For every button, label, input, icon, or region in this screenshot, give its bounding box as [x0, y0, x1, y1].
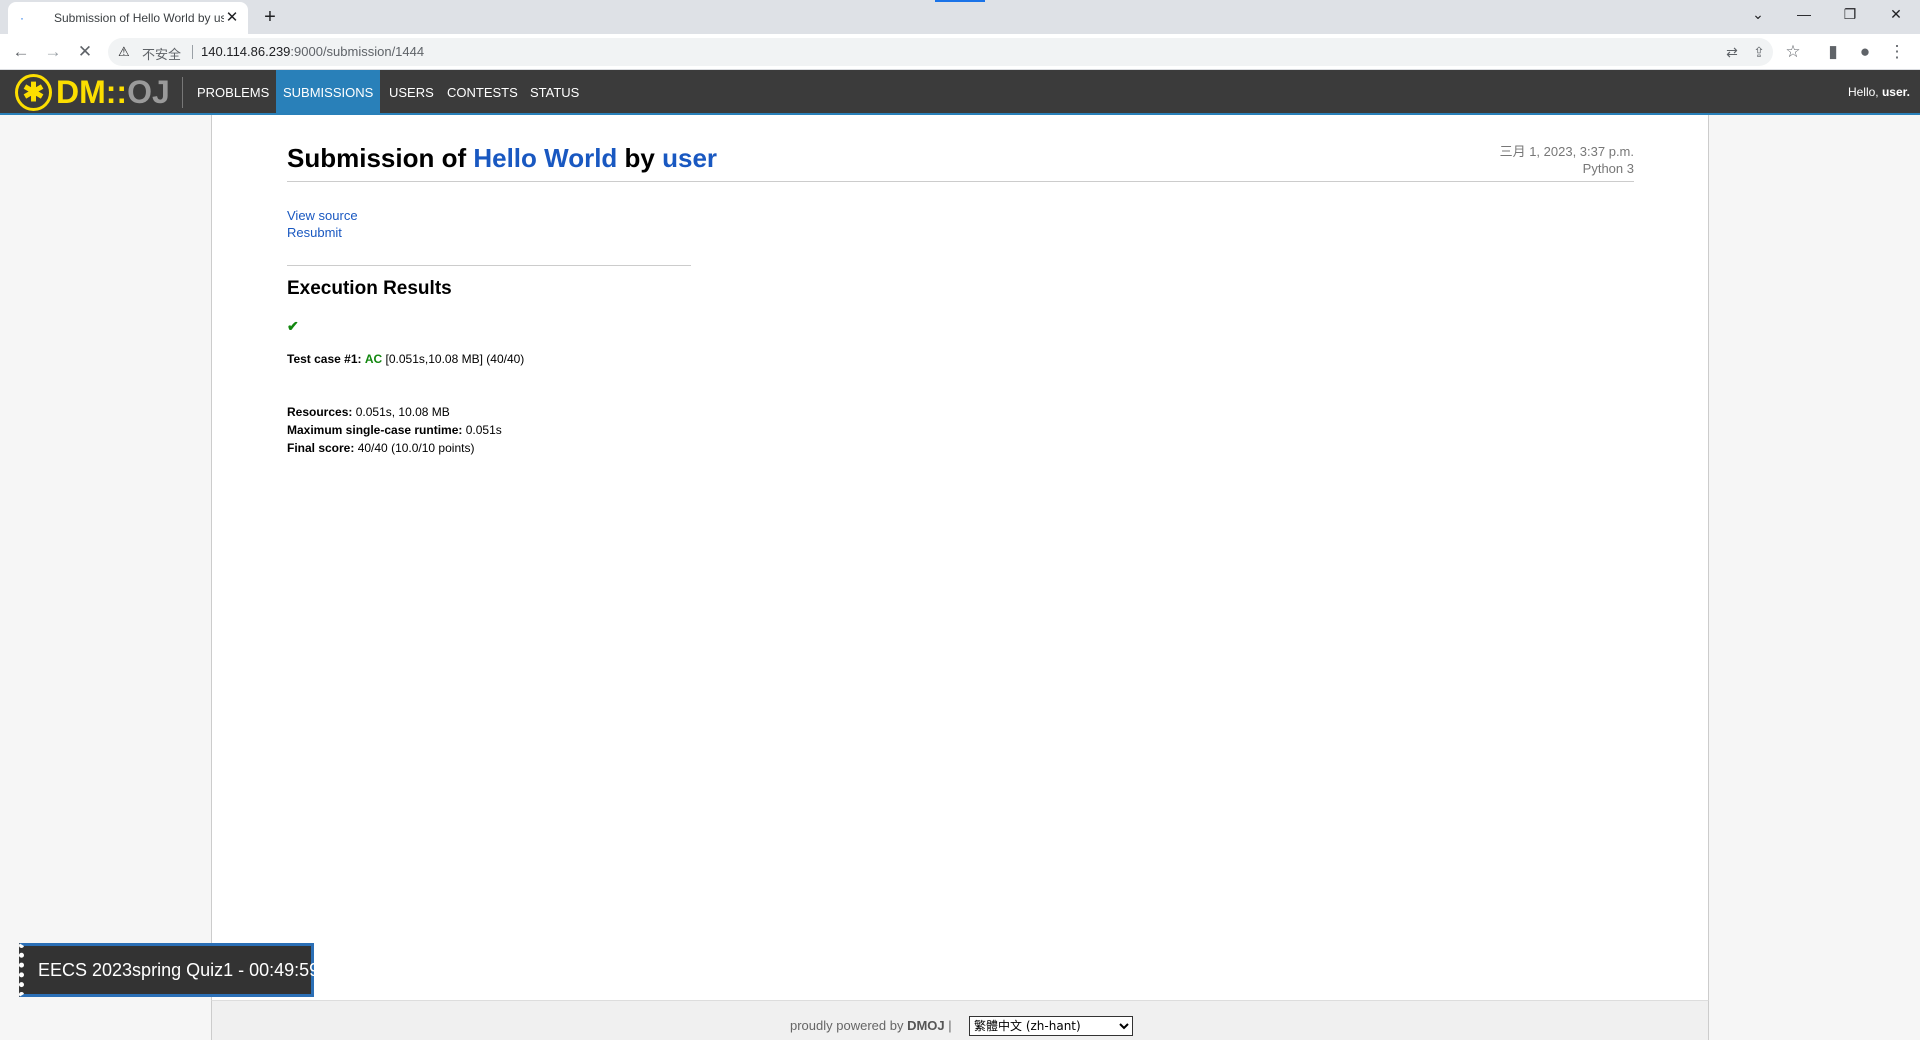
- user-greeting[interactable]: Hello, user.: [1848, 70, 1910, 115]
- submission-language: Python 3: [1582, 161, 1634, 176]
- nav-status[interactable]: STATUS: [523, 70, 586, 115]
- site-navbar: ✱ DM::OJ PROBLEMS SUBMISSIONS USERS CONT…: [0, 70, 1920, 115]
- title-prefix: Submission of: [287, 143, 474, 173]
- nav-divider: [182, 77, 183, 108]
- max-runtime-value: 0.051s: [465, 423, 502, 437]
- logo-star-icon: ✱: [15, 74, 52, 111]
- url-host: 140.114.86.239: [201, 44, 291, 59]
- submission-date: 三月 1, 2023, 3:37 p.m.: [1499, 144, 1634, 159]
- minimize-button[interactable]: —: [1781, 0, 1827, 30]
- menu-kebab-icon[interactable]: ⋮: [1884, 39, 1910, 65]
- hello-username: user.: [1881, 85, 1910, 99]
- forward-arrow-icon[interactable]: →: [40, 39, 66, 65]
- profile-avatar-icon[interactable]: ●: [1852, 39, 1878, 65]
- nav-problems[interactable]: PROBLEMS: [190, 70, 276, 115]
- browser-tab[interactable]: · Submission of Hello World by user ✕: [8, 2, 248, 34]
- resources-summary: Resources: 0.051s, 10.08 MB Maximum sing…: [287, 403, 502, 457]
- user-link[interactable]: user: [662, 143, 717, 173]
- final-score-value: 40/40 (10.0/10 points): [357, 441, 475, 455]
- bookmark-star-icon[interactable]: ☆: [1780, 39, 1806, 65]
- logo-sep: ::: [105, 74, 128, 110]
- new-tab-button[interactable]: +: [258, 6, 282, 30]
- execution-results-heading: Execution Results: [287, 278, 452, 299]
- section-divider: [287, 265, 691, 266]
- max-runtime-label: Maximum single-case runtime:: [287, 423, 463, 437]
- view-source-link[interactable]: View source: [287, 207, 358, 224]
- site-footer: proudly powered by DMOJ | 繁體中文 (zh-hant): [211, 1000, 1709, 1040]
- nav-contests[interactable]: CONTESTS: [440, 70, 525, 115]
- main-content: Submission of Hello World by user 三月 1, …: [211, 115, 1709, 1000]
- close-window-button[interactable]: ✕: [1873, 0, 1919, 30]
- url-path: :9000/submission/1444: [290, 44, 425, 59]
- submission-actions: View source Resubmit: [287, 207, 358, 241]
- test-case-status: AC: [364, 352, 383, 366]
- tab-close-icon[interactable]: ✕: [224, 10, 240, 26]
- loading-indicator: [935, 0, 985, 2]
- resubmit-link[interactable]: Resubmit: [287, 224, 358, 241]
- address-divider: [192, 45, 193, 59]
- url-text[interactable]: 140.114.86.239:9000/submission/1444: [201, 44, 424, 59]
- checkmark-icon: ✔: [287, 318, 299, 334]
- submission-meta: 三月 1, 2023, 3:37 p.m. Python 3: [1500, 143, 1634, 177]
- logo-oj: OJ: [127, 74, 170, 110]
- loading-favicon-icon: ·: [20, 11, 24, 25]
- tab-title: Submission of Hello World by user: [54, 11, 224, 25]
- final-score-row: Final score: 40/40 (10.0/10 points): [287, 439, 502, 457]
- page-title: Submission of Hello World by user: [287, 143, 717, 174]
- resources-value: 0.051s, 10.08 MB: [355, 405, 450, 419]
- problem-link[interactable]: Hello World: [473, 143, 617, 173]
- hello-prefix: Hello,: [1847, 85, 1882, 99]
- stop-loading-icon[interactable]: ✕: [72, 39, 98, 65]
- logo-dm: DM: [56, 74, 106, 110]
- browser-toolbar: ← → ✕ ⚠ 不安全 140.114.86.239:9000/submissi…: [0, 34, 1920, 70]
- share-icon[interactable]: ⇪: [1750, 43, 1768, 61]
- test-case-points: (40/40): [486, 352, 525, 366]
- title-row: Submission of Hello World by user 三月 1, …: [287, 143, 1634, 182]
- language-select[interactable]: 繁體中文 (zh-hant): [969, 1016, 1133, 1036]
- nav-submissions[interactable]: SUBMISSIONS: [276, 70, 381, 115]
- back-arrow-icon[interactable]: ←: [8, 39, 34, 65]
- restore-button[interactable]: ❐: [1827, 0, 1873, 30]
- test-case-row: Test case #1: AC [0.051s,10.08 MB] (40/4…: [287, 352, 524, 366]
- nav-users[interactable]: USERS: [382, 70, 441, 115]
- resources-row: Resources: 0.051s, 10.08 MB: [287, 403, 502, 421]
- max-runtime-row: Maximum single-case runtime: 0.051s: [287, 421, 502, 439]
- title-by: by: [617, 143, 663, 173]
- browser-tabstrip: · Submission of Hello World by user ✕ + …: [0, 0, 1920, 34]
- test-case-label: Test case #1:: [287, 352, 362, 366]
- powered-by-text: proudly powered by DMOJ |: [790, 1018, 952, 1033]
- logo-text: DM::OJ: [56, 74, 170, 111]
- dmoj-brand-link[interactable]: DMOJ: [907, 1018, 945, 1033]
- resources-label: Resources:: [287, 405, 353, 419]
- side-panel-icon[interactable]: ▮: [1820, 39, 1846, 65]
- contest-timer[interactable]: EECS 2023spring Quiz1 - 00:49:59: [19, 943, 319, 997]
- tab-search-icon[interactable]: ⌄: [1735, 0, 1781, 30]
- insecure-label[interactable]: 不安全: [142, 44, 181, 63]
- site-logo[interactable]: ✱ DM::OJ: [15, 74, 170, 111]
- warning-icon[interactable]: ⚠: [118, 43, 134, 59]
- powered-prefix: proudly powered by: [790, 1018, 908, 1033]
- address-bar[interactable]: ⚠ 不安全 140.114.86.239:9000/submission/144…: [108, 38, 1773, 66]
- translate-icon[interactable]: ⇄: [1723, 43, 1741, 61]
- footer-separator: |: [948, 1018, 952, 1033]
- final-score-label: Final score:: [287, 441, 355, 455]
- test-case-detail: [0.051s,10.08 MB]: [385, 352, 483, 366]
